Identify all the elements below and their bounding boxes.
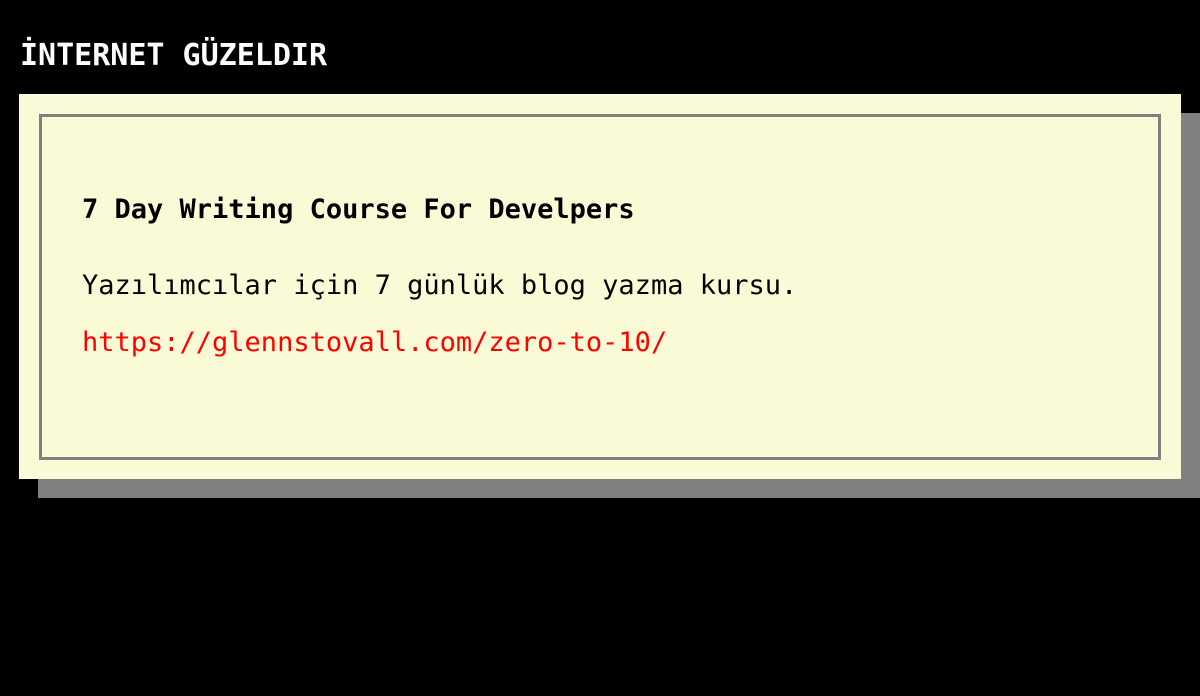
post-description: Yazılımcılar için 7 günlük blog yazma ku…	[82, 270, 798, 301]
site-title: İNTERNET GÜZELDIR	[20, 38, 328, 73]
post-card: 7 Day Writing Course For Develpers Yazıl…	[19, 94, 1181, 479]
post-title: 7 Day Writing Course For Develpers	[82, 194, 635, 225]
post-link[interactable]: https://glennstovall.com/zero-to-10/	[82, 325, 667, 361]
post-card-frame: 7 Day Writing Course For Develpers Yazıl…	[39, 114, 1161, 460]
